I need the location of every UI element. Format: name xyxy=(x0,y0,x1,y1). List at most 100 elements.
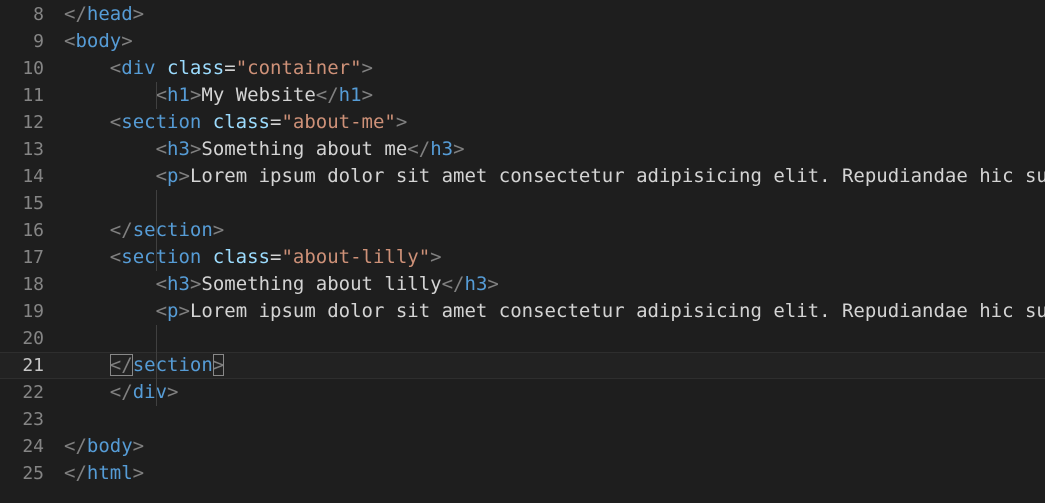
code-token: h3 xyxy=(167,273,190,295)
line-code: <p>Lorem ipsum dolor sit amet consectetu… xyxy=(156,298,1045,325)
line-code: <h3>Something about me</h3> xyxy=(156,136,465,163)
line-code: <section class="about-lilly"> xyxy=(110,244,442,271)
line-number: 24 xyxy=(22,436,44,457)
line-code: </body> xyxy=(64,433,144,460)
line-number: 20 xyxy=(22,328,44,349)
line-code: </html> xyxy=(64,460,144,487)
code-token: </ xyxy=(64,435,87,457)
code-line[interactable]: 18 <h3>Something about lilly</h3> xyxy=(0,271,1045,298)
code-line[interactable]: 14 <p>Lorem ipsum dolor sit amet consecte… xyxy=(0,163,1045,190)
code-token: > xyxy=(453,138,465,160)
code-token: = xyxy=(269,246,282,268)
code-token: section xyxy=(132,219,213,241)
line-number: 19 xyxy=(22,301,44,322)
code-line[interactable]: 25 </html> xyxy=(0,460,1045,487)
code-token: section xyxy=(132,354,213,376)
line-code: </section> xyxy=(110,217,224,244)
line-number: 14 xyxy=(22,166,44,187)
code-line[interactable]: 9 <body> xyxy=(0,28,1045,55)
code-token: div xyxy=(121,57,156,79)
code-token: body xyxy=(75,30,122,52)
indent-guide xyxy=(155,190,157,271)
code-line[interactable]: 19 <p>Lorem ipsum dolor sit amet consecte… xyxy=(0,298,1045,325)
code-token: </ xyxy=(441,273,465,295)
line-number: 15 xyxy=(22,193,44,214)
line-number: 21 xyxy=(22,355,44,376)
code-line[interactable]: 23 xyxy=(0,406,1045,433)
code-token: h1 xyxy=(338,84,362,106)
code-token: < xyxy=(155,273,168,295)
code-token: html xyxy=(86,462,133,484)
code-token: < xyxy=(109,246,122,268)
code-token: > xyxy=(189,84,202,106)
line-code: <body> xyxy=(64,28,133,55)
code-line[interactable]: 10 <div class="container"> xyxy=(0,55,1045,82)
line-number: 11 xyxy=(22,85,44,106)
line-number: 16 xyxy=(22,220,44,241)
code-token: > xyxy=(178,300,190,322)
line-number: 8 xyxy=(33,4,44,25)
line-code: <section class="about-me"> xyxy=(110,109,407,136)
code-token: </ xyxy=(109,381,133,403)
code-token: class xyxy=(167,57,225,79)
code-token: > xyxy=(121,30,133,52)
code-token: body xyxy=(86,435,133,457)
code-token: "container" xyxy=(235,57,362,79)
code-token: </ xyxy=(64,462,87,484)
code-token: head xyxy=(86,3,133,25)
code-token: My Website xyxy=(201,84,316,106)
code-line[interactable]: 13 <h3>Something about me</h3> xyxy=(0,136,1045,163)
code-token: class xyxy=(212,246,270,268)
code-token: div xyxy=(132,381,168,403)
line-number: 10 xyxy=(22,58,44,79)
indent-guide xyxy=(155,82,157,109)
code-token: < xyxy=(155,300,168,322)
code-token: Something about lilly xyxy=(201,273,442,295)
code-token: h3 xyxy=(430,138,454,160)
code-token: > xyxy=(167,381,179,403)
code-token: "about-me" xyxy=(281,111,396,133)
code-token: </ xyxy=(407,138,431,160)
code-token: section xyxy=(121,246,202,268)
code-token: h1 xyxy=(167,84,190,106)
code-line[interactable]: 12 <section class="about-me"> xyxy=(0,109,1045,136)
code-token: </ xyxy=(64,3,87,25)
line-code: <p>Lorem ipsum dolor sit amet consectetu… xyxy=(156,163,1045,190)
code-token: < xyxy=(155,138,168,160)
matched-bracket: > xyxy=(212,354,225,376)
code-token: > xyxy=(361,84,374,106)
line-code: <div class="container"> xyxy=(110,55,373,82)
code-token: > xyxy=(361,57,373,79)
code-token: Lorem ipsum dolor sit amet consectetur a… xyxy=(189,165,1045,187)
line-number: 17 xyxy=(22,247,44,268)
matched-bracket: </ xyxy=(109,354,133,376)
code-token: > xyxy=(132,435,145,457)
line-code: </div> xyxy=(110,379,179,406)
code-token: h3 xyxy=(464,273,488,295)
code-token: Lorem ipsum dolor sit amet consectetur a… xyxy=(189,300,1045,322)
code-editor[interactable]: 8 </head> 9 <body> 10 <div class="container">… xyxy=(0,0,1045,503)
line-code: </section> xyxy=(109,352,225,379)
code-token: > xyxy=(132,3,145,25)
code-token: p xyxy=(167,165,179,187)
line-number: 23 xyxy=(22,409,44,430)
code-token: < xyxy=(109,111,122,133)
line-code: </head> xyxy=(64,1,144,28)
line-code: <h3>Something about lilly</h3> xyxy=(156,271,499,298)
code-token: < xyxy=(155,84,168,106)
line-number: 25 xyxy=(22,463,44,484)
code-token: > xyxy=(132,462,145,484)
code-line[interactable]: 24 </body> xyxy=(0,433,1045,460)
code-line[interactable]: 8 </head> xyxy=(0,1,1045,28)
code-token: > xyxy=(212,219,225,241)
code-token: < xyxy=(109,57,122,79)
line-number: 9 xyxy=(33,31,44,52)
code-token: </ xyxy=(315,84,339,106)
line-code: <h1>My Website</h1> xyxy=(156,82,373,109)
code-token: class xyxy=(212,111,270,133)
code-token: > xyxy=(487,273,499,295)
code-token: > xyxy=(178,165,190,187)
code-token: < xyxy=(155,165,168,187)
